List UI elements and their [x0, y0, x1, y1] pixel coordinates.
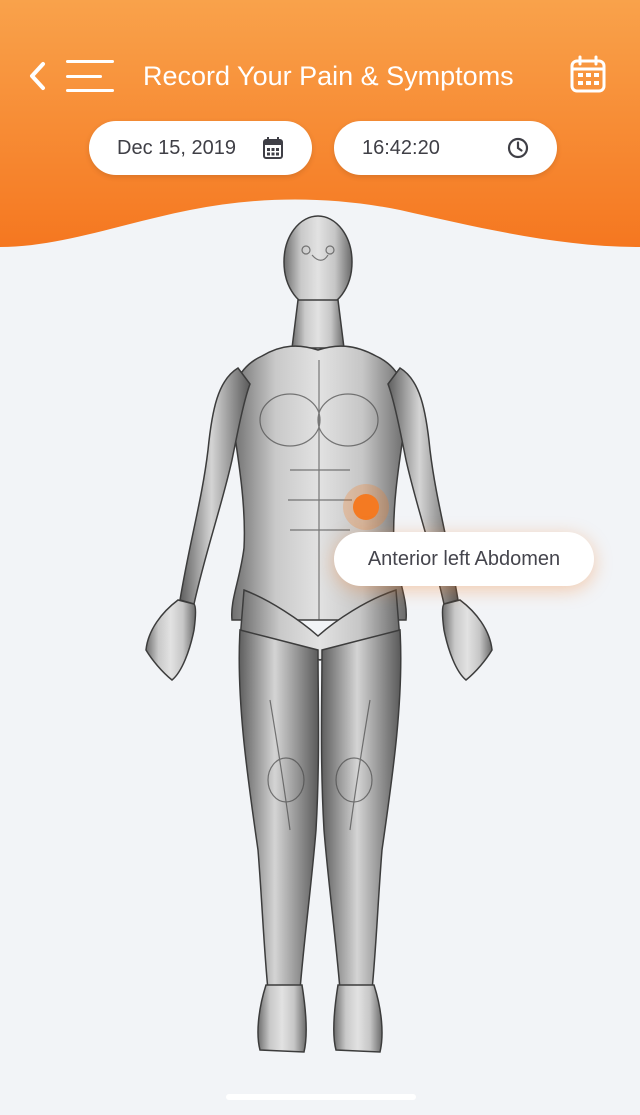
- page-title: Record Your Pain & Symptoms: [143, 61, 514, 91]
- calendar-button[interactable]: [568, 54, 608, 94]
- pain-marker[interactable]: [353, 494, 379, 520]
- right-hand[interactable]: [145, 599, 197, 681]
- date-value: Dec 15, 2019: [117, 136, 236, 159]
- date-picker[interactable]: Dec 15, 2019: [89, 121, 312, 175]
- home-indicator: [226, 1094, 416, 1100]
- left-foot[interactable]: [333, 984, 383, 1053]
- neck[interactable]: [291, 299, 345, 349]
- anatomical-body-figure[interactable]: [0, 200, 640, 1080]
- chevron-left-icon: [30, 62, 45, 90]
- time-value: 16:42:20: [362, 136, 440, 159]
- right-arm[interactable]: [179, 367, 251, 605]
- hamburger-menu-icon[interactable]: [66, 58, 118, 94]
- calendar-icon: [570, 55, 606, 93]
- left-leg[interactable]: [320, 629, 402, 991]
- clock-icon: [507, 137, 529, 159]
- right-leg[interactable]: [238, 629, 320, 991]
- head[interactable]: [283, 215, 353, 309]
- back-button[interactable]: [22, 58, 54, 94]
- selected-region-tooltip: Anterior left Abdomen: [334, 532, 594, 586]
- calendar-small-icon: [262, 137, 284, 159]
- time-picker[interactable]: 16:42:20: [334, 121, 557, 175]
- left-hand[interactable]: [441, 599, 493, 681]
- right-foot[interactable]: [257, 984, 307, 1053]
